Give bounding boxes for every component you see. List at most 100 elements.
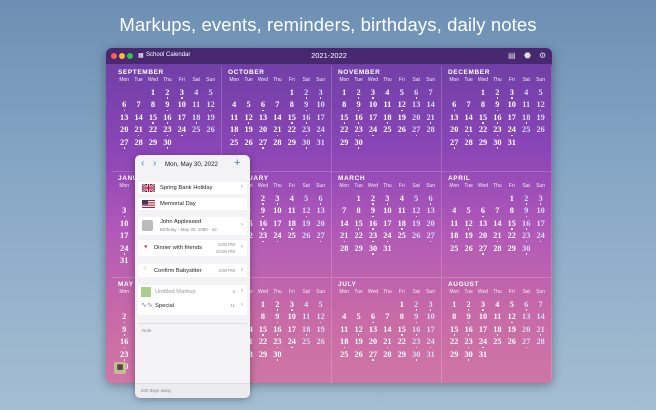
day-cell[interactable]: 29 <box>476 136 490 149</box>
day-cell[interactable]: 3 <box>423 298 437 311</box>
day-cell[interactable]: 17 <box>380 217 394 230</box>
day-cell[interactable]: 14 <box>380 323 394 336</box>
day-cell[interactable]: 31 <box>313 136 327 149</box>
day-cell[interactable]: 16 <box>117 335 131 349</box>
day-cell[interactable]: 21 <box>270 123 284 137</box>
day-cell[interactable]: 5 <box>299 192 313 205</box>
day-cell[interactable]: 20 <box>313 217 327 230</box>
day-cell[interactable]: 1 <box>256 298 270 311</box>
day-cell[interactable]: 1 <box>351 192 365 205</box>
day-cell[interactable]: 22 <box>337 123 351 136</box>
day-cell[interactable]: 2 <box>461 298 475 311</box>
day-cell[interactable]: 3 <box>366 86 380 99</box>
day-cell[interactable]: 23 <box>351 123 365 137</box>
day-cell[interactable]: 4 <box>395 192 409 205</box>
day-cell[interactable]: 21 <box>131 123 145 137</box>
day-cell[interactable]: 14 <box>461 111 475 124</box>
day-cell[interactable]: 5 <box>461 204 475 217</box>
day-cell[interactable]: 20 <box>117 123 131 136</box>
day-cell[interactable]: 15 <box>337 111 351 124</box>
day-cell[interactable]: 16 <box>256 217 270 230</box>
day-cell[interactable]: 2 <box>299 86 313 99</box>
event-row[interactable]: ● Dinner with friends 8:00 PM 10:00 PM › <box>138 240 247 256</box>
day-cell[interactable]: 30 <box>351 136 365 149</box>
day-cell[interactable]: 22 <box>285 123 299 136</box>
day-cell[interactable]: 7 <box>533 298 547 311</box>
day-cell[interactable]: 10 <box>313 98 327 111</box>
day-cell[interactable]: 18 <box>395 217 409 230</box>
day-cell[interactable]: 10 <box>533 204 547 217</box>
day-cell[interactable]: 24 <box>270 229 284 243</box>
day-cell[interactable]: 31 <box>117 254 131 267</box>
day-cell[interactable]: 2 <box>351 86 365 99</box>
day-cell[interactable]: 26 <box>299 229 313 242</box>
holiday-row[interactable]: Spring Bank Holiday › <box>138 182 247 194</box>
day-cell[interactable]: 13 <box>117 111 131 124</box>
day-cell[interactable]: 17 <box>366 111 380 124</box>
day-cell[interactable]: 16 <box>351 111 365 124</box>
day-cell[interactable]: 18 <box>189 111 203 124</box>
day-cell[interactable]: 18 <box>227 123 241 137</box>
holiday-row[interactable]: Memorial Day <box>138 198 247 210</box>
day-cell[interactable]: 11 <box>227 111 241 124</box>
day-cell[interactable]: 22 <box>476 123 490 136</box>
day-cell[interactable]: 1 <box>146 86 160 99</box>
day-cell[interactable]: 21 <box>490 229 504 243</box>
day-cell[interactable]: 26 <box>461 242 475 255</box>
day-cell[interactable]: 9 <box>461 310 475 324</box>
day-cell[interactable]: 6 <box>519 298 533 311</box>
day-cell[interactable]: 9 <box>351 98 365 112</box>
day-cell[interactable]: 14 <box>490 217 504 230</box>
day-cell[interactable]: 14 <box>533 310 547 323</box>
markup-title[interactable]: Special <box>155 303 174 309</box>
day-cell[interactable]: 21 <box>423 111 437 124</box>
day-cell[interactable]: 7 <box>270 98 284 111</box>
day-cell[interactable]: 10 <box>270 204 284 217</box>
day-cell[interactable]: 26 <box>505 335 519 348</box>
day-cell[interactable]: 26 <box>351 348 365 361</box>
day-cell[interactable]: 2 <box>160 86 174 99</box>
day-cell[interactable]: 7 <box>490 204 504 217</box>
day-cell[interactable]: 26 <box>203 123 217 136</box>
day-cell[interactable]: 16 <box>519 217 533 230</box>
day-cell[interactable]: 19 <box>313 323 327 336</box>
day-cell[interactable]: 27 <box>313 229 327 243</box>
day-cell[interactable]: 22 <box>351 229 365 242</box>
day-cell[interactable]: 19 <box>505 323 519 336</box>
day-cell[interactable]: 9 <box>490 98 504 112</box>
day-cell[interactable]: 12 <box>351 323 365 336</box>
day-cell[interactable]: 15 <box>351 217 365 230</box>
day-cell[interactable]: 24 <box>476 335 490 349</box>
day-cell[interactable]: 26 <box>313 335 327 348</box>
day-cell[interactable]: 24 <box>117 242 131 255</box>
day-cell[interactable]: 5 <box>505 298 519 311</box>
day-cell[interactable]: 24 <box>313 123 327 137</box>
day-cell[interactable]: 8 <box>447 310 461 323</box>
day-cell[interactable]: 23 <box>160 123 174 137</box>
day-cell[interactable]: 15 <box>395 323 409 336</box>
day-cell[interactable]: 24 <box>175 123 189 137</box>
day-cell[interactable]: 29 <box>285 136 299 149</box>
day-cell[interactable]: 22 <box>395 335 409 348</box>
day-cell[interactable]: 28 <box>533 335 547 348</box>
day-cell[interactable]: 6 <box>366 310 380 324</box>
day-cell[interactable]: 17 <box>423 323 437 336</box>
day-cell[interactable]: 20 <box>366 335 380 348</box>
sidebar-toggle-icon[interactable]: ▤ <box>508 51 516 60</box>
day-cell[interactable]: 11 <box>299 310 313 323</box>
day-cell[interactable]: 5 <box>241 98 255 111</box>
prev-day-button[interactable]: ‹ <box>141 158 144 169</box>
day-cell[interactable]: 21 <box>380 335 394 349</box>
day-cell[interactable]: 25 <box>285 229 299 242</box>
day-cell[interactable]: 11 <box>447 217 461 230</box>
day-cell[interactable]: 20 <box>256 123 270 136</box>
day-cell[interactable]: 16 <box>461 323 475 336</box>
day-cell[interactable]: 18 <box>337 335 351 349</box>
day-cell[interactable]: 12 <box>313 310 327 324</box>
day-cell[interactable]: 23 <box>490 123 504 137</box>
day-cell[interactable]: 26 <box>241 136 255 149</box>
day-cell[interactable]: 31 <box>423 348 437 361</box>
day-cell[interactable]: 15 <box>256 323 270 336</box>
day-cell[interactable]: 30 <box>490 136 504 149</box>
day-cell[interactable]: 25 <box>447 242 461 255</box>
